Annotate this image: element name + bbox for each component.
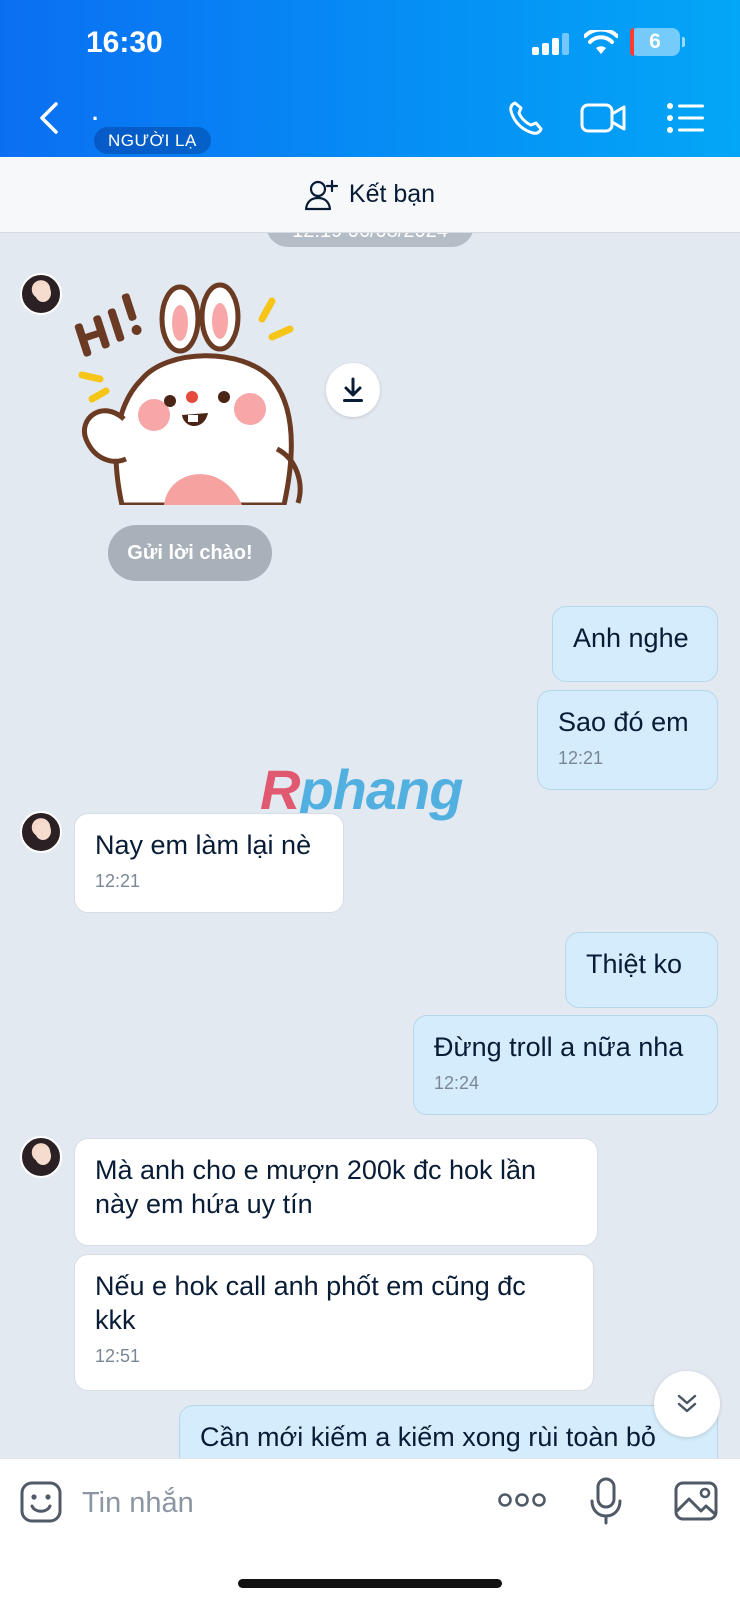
battery-level: 6 <box>649 30 661 53</box>
message-text: Nếu e hok call anh phốt em cũng đc kkk <box>95 1271 526 1335</box>
scroll-to-bottom-button[interactable] <box>654 1371 720 1437</box>
message-text: Anh nghe <box>573 623 689 653</box>
message-time: 12:24 <box>434 1073 480 1093</box>
more-options-button[interactable] <box>498 1489 546 1511</box>
microphone-button[interactable] <box>590 1477 622 1525</box>
message-bubble-theirs[interactable]: Nay em làm lại nè 12:21 <box>74 813 344 913</box>
chat-header: 16:30 6 . NGƯỜI LẠ <box>0 0 740 157</box>
add-friend-icon <box>304 179 339 210</box>
cellular-signal-icon <box>532 33 572 55</box>
message-input[interactable] <box>82 1477 462 1529</box>
message-list[interactable]: 12:19 06/08/2024 <box>0 233 740 1458</box>
image-gallery-button[interactable] <box>674 1481 718 1521</box>
download-sticker-button[interactable] <box>326 363 380 417</box>
avatar[interactable] <box>20 811 62 853</box>
message-text: Cần mới kiếm a kiếm xong rùi toàn bỏ <box>200 1422 656 1452</box>
message-bubble-mine[interactable]: Anh nghe <box>552 606 718 682</box>
message-bubble-theirs[interactable]: Nếu e hok call anh phốt em cũng đc kkk 1… <box>74 1254 594 1391</box>
message-composer <box>0 1458 740 1600</box>
message-bubble-theirs[interactable]: Mà anh cho e mượn 200k đc hok lần này em… <box>74 1138 598 1246</box>
avatar[interactable] <box>20 273 62 315</box>
message-bubble-mine[interactable]: Thiệt ko <box>565 932 718 1008</box>
add-friend-button[interactable]: Kết bạn <box>0 157 740 233</box>
message-text: Nay em làm lại nè <box>95 830 312 860</box>
avatar[interactable] <box>20 1136 62 1178</box>
stranger-badge: NGƯỜI LẠ <box>94 127 211 154</box>
message-text: Mà anh cho e mượn 200k đc hok lần này em… <box>95 1155 537 1219</box>
status-time: 16:30 <box>86 26 163 59</box>
message-text: Đừng troll a nữa nha <box>434 1032 684 1062</box>
back-button[interactable] <box>36 100 64 136</box>
sticker-emoji-button[interactable] <box>20 1481 62 1523</box>
download-icon <box>343 377 363 402</box>
message-bubble-mine[interactable]: Sao đó em 12:21 <box>537 690 718 790</box>
wifi-icon <box>584 30 618 54</box>
hi-bunny-sticker[interactable] <box>72 279 312 505</box>
video-call-button[interactable] <box>580 98 626 138</box>
voice-call-button[interactable] <box>506 98 546 138</box>
message-bubble-mine[interactable]: Cần mới kiếm a kiếm xong rùi toàn bỏ <box>179 1405 718 1458</box>
contact-name[interactable]: . <box>92 100 98 126</box>
add-friend-label: Kết bạn <box>348 180 436 208</box>
message-bubble-mine[interactable]: Đừng troll a nữa nha 12:24 <box>413 1015 718 1115</box>
send-greeting-button[interactable]: Gửi lời chào! <box>108 525 272 581</box>
menu-list-button[interactable] <box>666 98 706 138</box>
message-text: Sao đó em <box>558 707 689 737</box>
message-text: Thiệt ko <box>586 949 683 979</box>
message-time: 12:21 <box>558 748 604 768</box>
message-time: 12:21 <box>95 871 141 891</box>
date-separator: 12:19 06/08/2024 <box>266 233 474 247</box>
battery-icon: 6 <box>630 28 685 56</box>
message-time: 12:51 <box>95 1346 141 1366</box>
home-indicator <box>238 1579 502 1588</box>
double-chevron-down-icon <box>677 1394 697 1413</box>
